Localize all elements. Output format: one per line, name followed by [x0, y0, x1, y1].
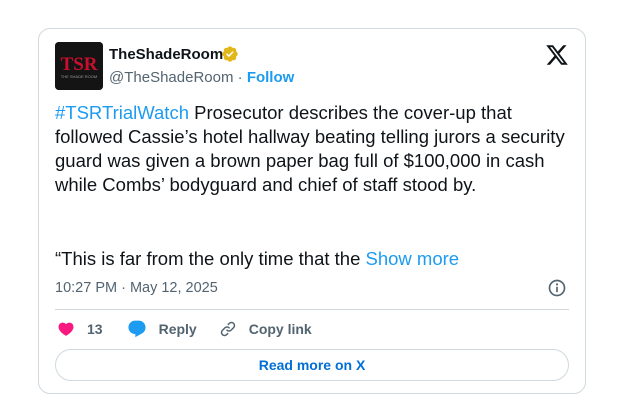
read-more-on-x-button[interactable]: Read more on X	[55, 349, 569, 381]
tsr-logo-icon: TSR THE SHADE ROOM	[55, 42, 103, 90]
author-handle[interactable]: @TheShadeRoom	[109, 69, 233, 86]
info-circle-icon[interactable]	[547, 278, 567, 298]
actions-divider	[55, 309, 569, 310]
copy-link-button[interactable]: Copy link	[219, 320, 312, 338]
like-count: 13	[87, 321, 103, 337]
gold-verified-badge-icon	[222, 46, 238, 62]
embedded-tweet-card: TSR THE SHADE ROOM TheShadeRoom @TheShad…	[38, 28, 586, 394]
author-avatar[interactable]: TSR THE SHADE ROOM	[55, 42, 103, 90]
copy-link-label: Copy link	[248, 321, 312, 337]
like-button[interactable]: 13	[57, 320, 103, 338]
tweet-actions: 13 Reply Copy link	[57, 317, 312, 341]
reply-label: Reply	[158, 321, 197, 337]
follow-button[interactable]: Follow	[247, 69, 295, 86]
avatar-logo-text: TSR	[61, 54, 98, 75]
avatar-logo-subtext: THE SHADE ROOM	[61, 74, 97, 79]
speech-bubble-icon	[128, 320, 146, 338]
author-name[interactable]: TheShadeRoom	[109, 46, 223, 63]
reply-button[interactable]: Reply	[127, 319, 197, 339]
x-logo-icon[interactable]	[545, 43, 569, 67]
tweet-text: #TSRTrialWatch Prosecutor describes the …	[55, 101, 565, 197]
link-icon	[220, 321, 235, 337]
heart-icon	[58, 322, 74, 336]
handle-separator: ·	[233, 69, 247, 86]
show-more-link[interactable]: Show more	[366, 248, 460, 269]
hashtag-link[interactable]: #TSRTrialWatch	[55, 102, 189, 123]
tweet-timestamp[interactable]: 10:27 PM · May 12, 2025	[55, 280, 218, 296]
tweet-text-continuation: “This is far from the only time that the…	[55, 247, 575, 271]
tweet-body-line2: “This is far from the only time that the	[55, 248, 366, 269]
author-handle-row: @TheShadeRoom · Follow	[109, 69, 294, 86]
